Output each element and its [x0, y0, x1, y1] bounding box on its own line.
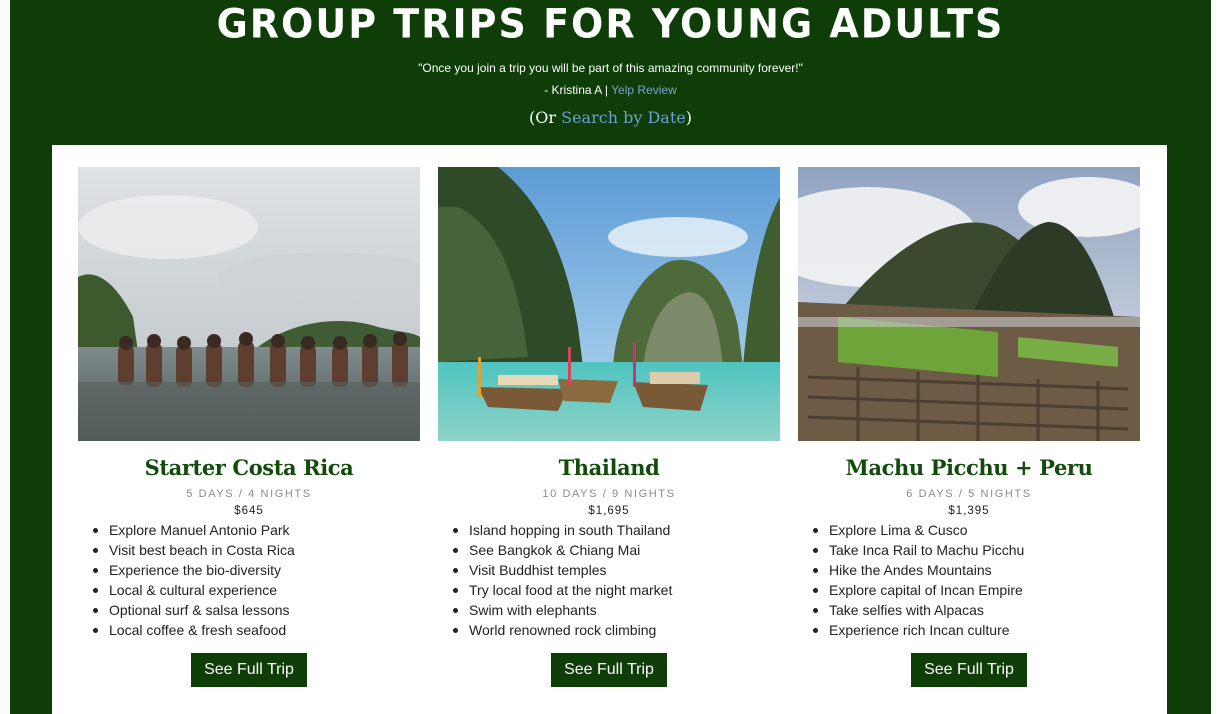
- bullet-icon: [93, 528, 98, 533]
- list-item: Explore capital of Incan Empire: [813, 580, 1140, 600]
- bullet-icon: [93, 628, 98, 633]
- feature-text: World renowned rock climbing: [469, 622, 657, 638]
- feature-text: Local coffee & fresh seafood: [109, 622, 287, 638]
- longtail-boats-photo[interactable]: [438, 167, 780, 441]
- feature-text: Visit best beach in Costa Rica: [109, 542, 295, 558]
- list-item: Take selfies with Alpacas: [813, 600, 1140, 620]
- list-item: See Bangkok & Chiang Mai: [453, 540, 780, 560]
- bullet-icon: [93, 608, 98, 613]
- feature-text: Visit Buddhist temples: [469, 562, 607, 578]
- testimonial-author-line: - Kristina A | Yelp Review: [10, 83, 1211, 97]
- bullet-icon: [453, 588, 458, 593]
- trip-card-machu-picchu: Machu Picchu + Peru 6 Days / 5 Nights $1…: [798, 167, 1140, 687]
- trip-price: $1,395: [948, 505, 990, 517]
- feature-text: Optional surf & salsa lessons: [109, 602, 290, 618]
- list-item: Local & cultural experience: [93, 580, 420, 600]
- search-prefix: (Or: [529, 108, 557, 127]
- list-item: Explore Lima & Cusco: [813, 520, 1140, 540]
- bullet-icon: [453, 528, 458, 533]
- bullet-icon: [93, 588, 98, 593]
- button-wrap: See Full Trip: [78, 653, 420, 687]
- page-title: Group Trips for Young Adults: [216, 0, 1005, 48]
- list-item: Explore Manuel Antonio Park: [93, 520, 420, 540]
- trip-features-list: Explore Manuel Antonio Park Visit best b…: [78, 520, 420, 640]
- page-header: Group Trips for Young Adults "Once you j…: [10, 0, 1211, 145]
- list-item: Try local food at the night market: [453, 580, 780, 600]
- search-suffix: ): [685, 108, 692, 127]
- list-item: Optional surf & salsa lessons: [93, 600, 420, 620]
- trip-card-costa-rica: Starter Costa Rica 5 Days / 4 Nights $64…: [78, 167, 420, 687]
- list-item: World renowned rock climbing: [453, 620, 780, 640]
- feature-text: Experience the bio-diversity: [109, 562, 281, 578]
- bullet-icon: [813, 528, 818, 533]
- bullet-icon: [453, 628, 458, 633]
- list-item: Take Inca Rail to Machu Picchu: [813, 540, 1140, 560]
- feature-text: Explore Manuel Antonio Park: [109, 522, 290, 538]
- list-item: Local coffee & fresh seafood: [93, 620, 420, 640]
- trip-features-list: Explore Lima & Cusco Take Inca Rail to M…: [798, 520, 1140, 640]
- trip-title[interactable]: Machu Picchu + Peru: [798, 450, 1140, 486]
- bullet-icon: [453, 548, 458, 553]
- list-item: Island hopping in south Thailand: [453, 520, 780, 540]
- feature-text: Swim with elephants: [469, 602, 597, 618]
- trip-duration: 10 Days / 9 Nights: [542, 488, 676, 500]
- trip-price: $1,695: [588, 505, 630, 517]
- see-full-trip-button[interactable]: See Full Trip: [911, 653, 1027, 687]
- feature-text: Take Inca Rail to Machu Picchu: [829, 542, 1025, 558]
- feature-text: Island hopping in south Thailand: [469, 522, 671, 538]
- list-item: Swim with elephants: [453, 600, 780, 620]
- list-item: Experience the bio-diversity: [93, 560, 420, 580]
- page-frame: Group Trips for Young Adults "Once you j…: [0, 0, 1218, 714]
- trip-title[interactable]: Starter Costa Rica: [78, 450, 420, 486]
- trip-duration: 5 Days / 4 Nights: [186, 488, 312, 500]
- bullet-icon: [93, 548, 98, 553]
- list-item: Hike the Andes Mountains: [813, 560, 1140, 580]
- button-wrap: See Full Trip: [798, 653, 1140, 687]
- machu-picchu-ruins-photo[interactable]: [798, 167, 1140, 441]
- bullet-icon: [813, 588, 818, 593]
- search-by-date-link[interactable]: Search by Date: [561, 108, 686, 127]
- see-full-trip-button[interactable]: See Full Trip: [551, 653, 667, 687]
- bullet-icon: [453, 608, 458, 613]
- trip-title[interactable]: Thailand: [438, 450, 780, 486]
- list-item: Experience rich Incan culture: [813, 620, 1140, 640]
- trip-price: $645: [234, 505, 264, 517]
- feature-text: Take selfies with Alpacas: [829, 602, 984, 618]
- trip-card-thailand: Thailand 10 Days / 9 Nights $1,695 Islan…: [438, 167, 780, 687]
- bullet-icon: [813, 568, 818, 573]
- testimonial-author: - Kristina A |: [544, 83, 609, 97]
- feature-text: See Bangkok & Chiang Mai: [469, 542, 641, 558]
- trip-features-list: Island hopping in south Thailand See Ban…: [438, 520, 780, 640]
- feature-text: Try local food at the night market: [469, 582, 673, 598]
- list-item: Visit Buddhist temples: [453, 560, 780, 580]
- bullet-icon: [93, 568, 98, 573]
- bullet-icon: [813, 628, 818, 633]
- bullet-icon: [453, 568, 458, 573]
- feature-text: Explore capital of Incan Empire: [829, 582, 1023, 598]
- testimonial-quote: "Once you join a trip you will be part o…: [418, 61, 803, 75]
- bullet-icon: [813, 608, 818, 613]
- feature-text: Local & cultural experience: [109, 582, 278, 598]
- trip-duration: 6 Days / 5 Nights: [906, 488, 1032, 500]
- bullet-icon: [813, 548, 818, 553]
- button-wrap: See Full Trip: [438, 653, 780, 687]
- yelp-review-link[interactable]: Yelp Review: [611, 83, 677, 97]
- feature-text: Hike the Andes Mountains: [829, 562, 992, 578]
- beach-group-photo[interactable]: [78, 167, 420, 441]
- see-full-trip-button[interactable]: See Full Trip: [191, 653, 307, 687]
- search-by-date-line: (Or Search by Date): [10, 108, 1211, 127]
- feature-text: Experience rich Incan culture: [829, 622, 1010, 638]
- feature-text: Explore Lima & Cusco: [829, 522, 968, 538]
- list-item: Visit best beach in Costa Rica: [93, 540, 420, 560]
- trips-panel: Starter Costa Rica 5 Days / 4 Nights $64…: [52, 145, 1167, 714]
